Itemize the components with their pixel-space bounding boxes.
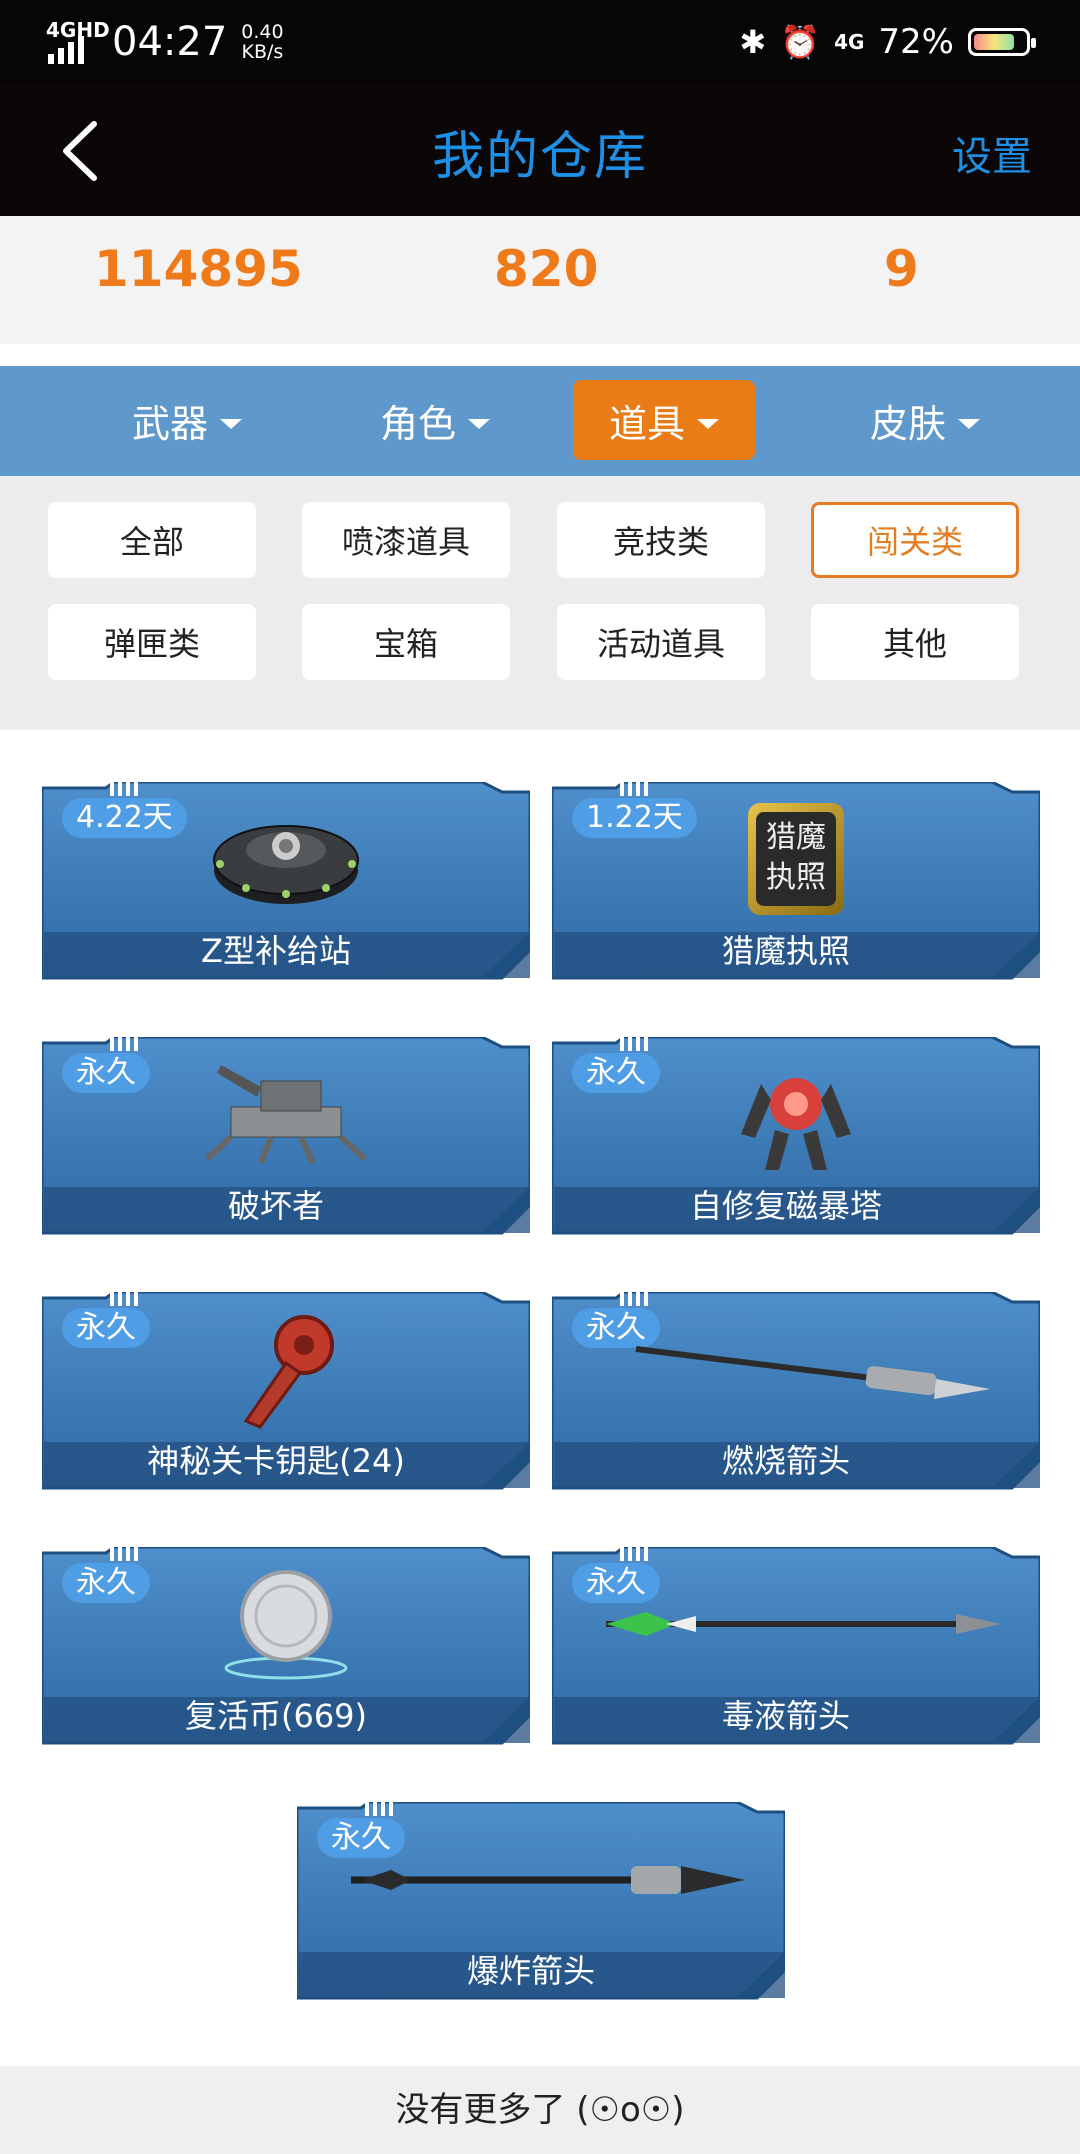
tab-label: 道具	[608, 401, 685, 446]
key-icon	[42, 1310, 530, 1429]
item-card[interactable]: 永久 自修复磁暴塔	[552, 1037, 1040, 1237]
status-bar: 4GHD 04:27 0.40 KB/s ✱ ⏰ 4G 72%	[0, 0, 1080, 84]
item-name: Z型补给站	[201, 932, 351, 970]
stat-value-3: 9	[884, 240, 919, 298]
network-indicator: 4GHD	[46, 20, 110, 64]
tab-label: 皮肤	[869, 401, 946, 446]
item-card[interactable]: 永久 神秘关卡钥匙(24)	[42, 1292, 530, 1492]
caret-down-icon	[468, 419, 490, 429]
bluetooth-icon: ✱	[739, 23, 767, 61]
tab-weapons[interactable]: 武器	[96, 380, 278, 460]
filter-magazine[interactable]: 弹匣类	[48, 604, 256, 680]
app-header: 我的仓库 设置	[0, 84, 1080, 216]
tesla-tower-icon	[552, 1055, 1040, 1173]
explosive-arrow-icon	[297, 1820, 785, 1938]
category-tabs: 武器 角色 道具 皮肤	[0, 366, 1080, 476]
hunter-license-icon: 猎魔执照	[552, 800, 1040, 918]
item-card[interactable]: 永久 破坏者	[42, 1037, 530, 1237]
filter-other[interactable]: 其他	[811, 604, 1019, 680]
speed-value: 0.40	[241, 21, 284, 43]
tab-label: 角色	[379, 401, 456, 446]
item-name: 燃烧箭头	[721, 1442, 850, 1480]
currency-stats: 114895 820 9	[0, 216, 1080, 344]
item-card[interactable]: 永久 燃烧箭头	[552, 1292, 1040, 1492]
fire-arrow-icon	[552, 1310, 1040, 1428]
filter-all[interactable]: 全部	[48, 502, 256, 578]
filter-competitive[interactable]: 竞技类	[557, 502, 765, 578]
item-name: 复活币(669)	[184, 1697, 368, 1735]
item-name: 毒液箭头	[721, 1697, 850, 1735]
item-name: 神秘关卡钥匙(24)	[147, 1442, 405, 1480]
filter-event[interactable]: 活动道具	[557, 604, 765, 680]
tab-characters[interactable]: 角色	[344, 380, 526, 460]
battery-percent: 72%	[878, 22, 954, 62]
page-title: 我的仓库	[431, 127, 648, 187]
filter-stage[interactable]: 闯关类	[811, 502, 1019, 578]
signal-bars-icon	[48, 36, 84, 64]
item-card[interactable]: 永久 毒液箭头	[552, 1547, 1040, 1747]
revive-coin-icon	[42, 1565, 530, 1683]
network-speed: 0.40 KB/s	[241, 22, 283, 62]
alarm-icon: ⏰	[780, 23, 821, 61]
item-name: 自修复磁暴塔	[689, 1187, 882, 1225]
caret-down-icon	[958, 419, 980, 429]
tab-skins[interactable]: 皮肤	[834, 380, 1016, 460]
item-name: 爆炸箭头	[466, 1952, 595, 1990]
destroyer-turret-icon	[42, 1055, 530, 1173]
stat-value-1: 114895	[94, 240, 303, 298]
stat-value-2: 820	[494, 240, 599, 298]
item-card[interactable]: 4.22天 Z型补给站	[42, 782, 530, 982]
tab-items[interactable]: 道具	[573, 380, 755, 460]
end-of-list-text: 没有更多了 (☉o☉)	[0, 2066, 1080, 2154]
item-name: 破坏者	[227, 1187, 324, 1225]
settings-button[interactable]: 设置	[952, 124, 1032, 182]
speed-unit: KB/s	[241, 41, 284, 63]
venom-arrow-icon	[552, 1565, 1040, 1683]
clock: 04:27	[112, 19, 228, 65]
license-text: 猎魔执照	[756, 812, 836, 906]
item-name: 猎魔执照	[721, 932, 850, 970]
lte-indicator: 4G	[834, 30, 865, 54]
item-card[interactable]: 永久 复活币(669)	[42, 1547, 530, 1747]
caret-down-icon	[220, 419, 242, 429]
filter-spray[interactable]: 喷漆道具	[302, 502, 510, 578]
item-card[interactable]: 永久 爆炸箭头	[297, 1802, 785, 2002]
battery-icon	[968, 28, 1036, 56]
tab-label: 武器	[131, 401, 208, 446]
filter-chest[interactable]: 宝箱	[302, 604, 510, 680]
caret-down-icon	[697, 419, 719, 429]
supply-station-icon	[42, 800, 530, 918]
item-card[interactable]: 1.22天 猎魔执照 猎魔执照	[552, 782, 1040, 982]
filter-chips: 全部 喷漆道具 竞技类 闯关类 弹匣类 宝箱 活动道具 其他	[0, 476, 1080, 730]
